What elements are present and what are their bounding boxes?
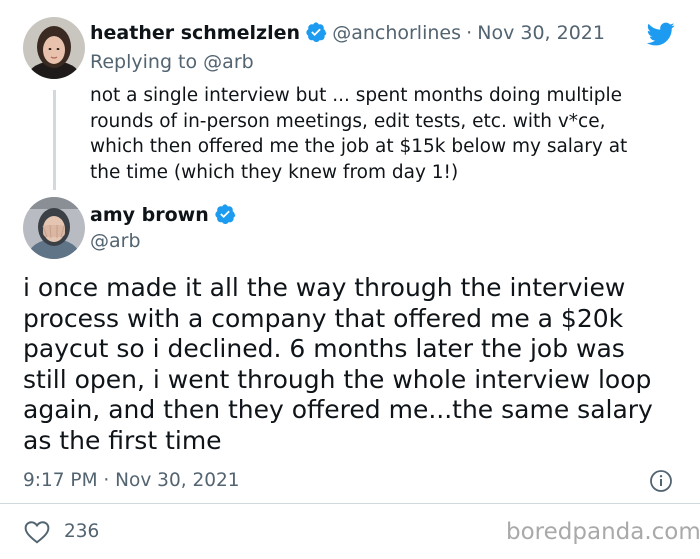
verified-badge-icon: [214, 203, 236, 225]
heart-icon[interactable]: [24, 520, 50, 544]
reply-text-line: not a single interview but ... spent mon…: [90, 85, 623, 106]
main-tweet-text: i once made it all the way through the i…: [23, 273, 683, 456]
author-name[interactable]: heather schmelzlen: [90, 22, 300, 44]
reply-text-line: which then offered me the job at $15k be…: [90, 136, 628, 157]
author-handle[interactable]: @anchorlines: [332, 22, 461, 44]
replying-to-line: Replying to @arb: [90, 51, 254, 73]
reply-tweet-text: not a single interview but ... spent mon…: [90, 83, 680, 185]
main-text-line: as the first time: [23, 425, 222, 455]
main-text-line: again, and then they offered me...the sa…: [23, 395, 653, 424]
author-handle[interactable]: @arb: [90, 230, 141, 252]
verified-badge-icon: [305, 21, 327, 43]
author-name[interactable]: amy brown: [90, 204, 209, 226]
like-count: 236: [64, 521, 100, 542]
main-text-line: i once made it all the way through the i…: [23, 273, 626, 302]
avatar-amy[interactable]: [23, 197, 85, 259]
twitter-logo-icon: [644, 20, 678, 48]
separator: ·: [466, 22, 473, 44]
main-text-line: paycut so i declined. 6 months later the…: [23, 334, 625, 363]
reply-text-line: the time (which they knew from day 1!): [90, 161, 459, 183]
main-text-line: still open, i went through the whole int…: [23, 364, 652, 394]
reply-text-line: rounds of in-person meetings, edit tests…: [90, 110, 606, 132]
reply-header: heather schmelzlen @anchorlines · Nov 30…: [90, 21, 605, 44]
watermark: boredpanda.com: [506, 519, 700, 545]
replying-prefix: Replying to: [90, 51, 198, 73]
thread-line: [53, 90, 56, 190]
avatar-heather[interactable]: [23, 17, 85, 79]
main-text-line: process with a company that offered me a…: [23, 303, 624, 333]
divider: [0, 503, 700, 504]
tweet-timestamp[interactable]: 9:17 PM · Nov 30, 2021: [23, 470, 240, 491]
info-icon[interactable]: [649, 469, 673, 493]
main-header: amy brown: [90, 203, 236, 226]
replying-handle[interactable]: @arb: [203, 51, 254, 73]
tweet-date[interactable]: Nov 30, 2021: [477, 22, 605, 44]
